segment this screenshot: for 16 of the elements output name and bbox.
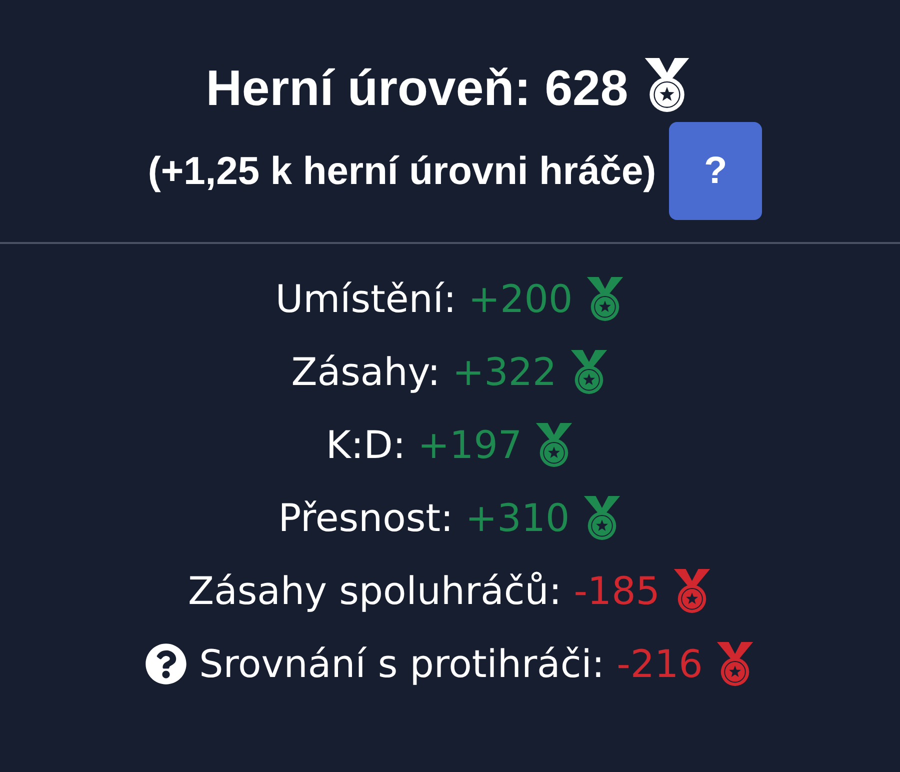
help-icon[interactable]	[145, 642, 188, 684]
stat-label: Umístění:	[275, 280, 456, 318]
stat-label: Srovnání s protihráči:	[199, 644, 605, 682]
stat-value: +197	[418, 426, 522, 464]
stat-label: K:D:	[326, 426, 406, 464]
player-level-bonus: (+1,25 k herní úrovni hráče)	[148, 152, 656, 190]
stat-value: -185	[574, 572, 660, 610]
stat-value: +322	[452, 352, 557, 390]
game-level-title: Herní úroveň: 628	[206, 63, 628, 113]
stat-label: Přesnost:	[278, 498, 454, 536]
stat-label: Zásahy spoluhráčů:	[188, 572, 562, 610]
help-button[interactable]: ?	[669, 122, 762, 220]
stat-value: +200	[468, 280, 573, 318]
stat-value: +310	[465, 498, 570, 536]
stat-value: -216	[616, 644, 703, 682]
stat-label: Zásahy:	[291, 352, 440, 390]
